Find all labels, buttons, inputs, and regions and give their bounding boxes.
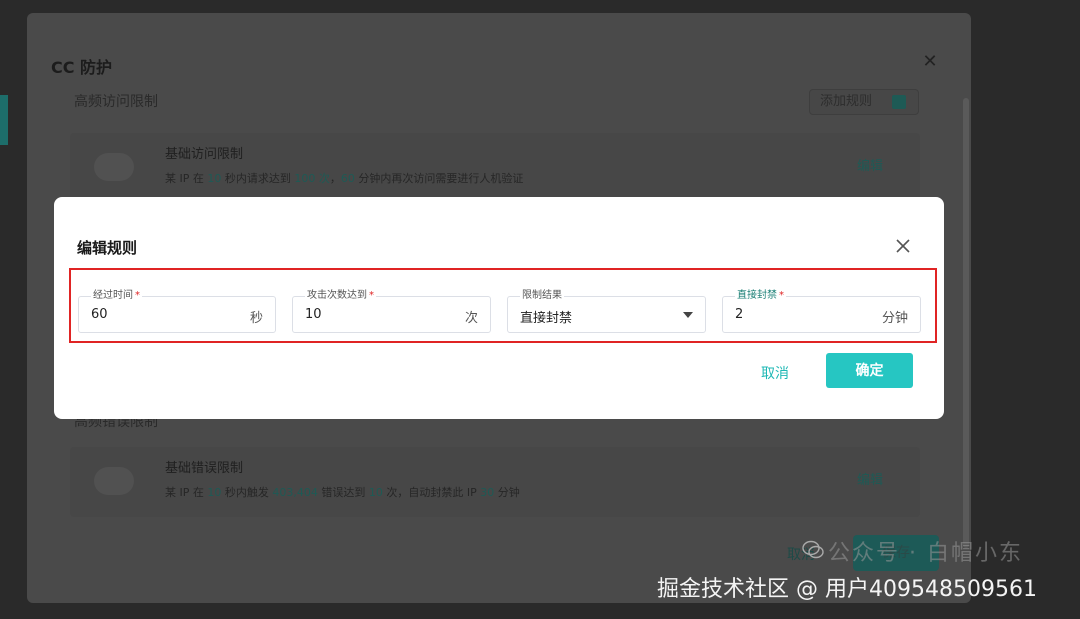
rule-description: 某 IP 在 10 秒内请求达到 100 次，60 分钟内再次访问需要进行人机验… <box>165 172 524 185</box>
close-icon[interactable] <box>892 235 914 257</box>
edit-rule-link[interactable]: 编辑 <box>857 469 883 488</box>
field-label: 直接封禁 * <box>735 289 786 303</box>
rule-name: 基础访问限制 <box>165 147 244 162</box>
rule-card-basic-error: 基础错误限制 某 IP 在 10 秒内触发 403,404 错误达到 10 次，… <box>70 447 920 517</box>
background-sidebar-strip <box>0 95 8 145</box>
close-icon[interactable]: ✕ <box>920 52 940 72</box>
confirm-button[interactable]: 确定 <box>826 353 913 388</box>
field-label: 限制结果 <box>520 289 564 303</box>
watermark-line2: 掘金技术社区 @ 用户409548509561 <box>657 577 1037 602</box>
cancel-button[interactable]: 取消 <box>748 362 802 384</box>
ban-duration-field[interactable]: 直接封禁 * 2 分钟 <box>722 289 921 333</box>
caret-down-icon <box>683 312 693 318</box>
add-rule-button[interactable]: 添加规则 <box>809 89 919 115</box>
field-value: 10 <box>305 307 322 322</box>
toggle-switch[interactable] <box>94 467 134 495</box>
dialog-title: CC 防护 <box>51 58 113 77</box>
attack-count-field[interactable]: 攻击次数达到 * 10 次 <box>292 289 491 333</box>
scrollbar[interactable] <box>963 98 969 548</box>
rule-card-basic-access: 基础访问限制 某 IP 在 10 秒内请求达到 100 次，60 分钟内再次访问… <box>70 133 920 203</box>
field-value: 直接封禁 <box>520 311 573 326</box>
edit-rule-modal: 编辑规则 经过时间 * 60 秒 攻击次数达到 * 10 次 限制结果 直接封禁 直… <box>54 197 944 419</box>
rule-name: 基础错误限制 <box>165 461 244 476</box>
field-label: 经过时间 * <box>91 289 142 303</box>
field-value: 60 <box>91 307 108 322</box>
field-unit: 分钟 <box>881 311 908 326</box>
add-rule-label: 添加规则 <box>820 94 873 109</box>
field-unit: 次 <box>464 311 478 326</box>
edit-rule-link[interactable]: 编辑 <box>857 155 883 174</box>
modal-title: 编辑规则 <box>77 239 138 257</box>
field-value: 2 <box>735 307 744 322</box>
section-title-high-freq-access: 高频访问限制 <box>74 94 158 110</box>
wechat-icon <box>802 540 824 559</box>
rule-description: 某 IP 在 10 秒内触发 403,404 错误达到 10 次，自动封禁此 I… <box>165 486 520 499</box>
field-unit: 秒 <box>249 311 263 326</box>
limit-result-select[interactable]: 限制结果 直接封禁 <box>507 289 706 333</box>
toggle-switch[interactable] <box>94 153 134 181</box>
field-label: 攻击次数达到 * <box>305 289 376 303</box>
elapsed-time-field[interactable]: 经过时间 * 60 秒 <box>78 289 276 333</box>
watermark-line1: 公众号 · 白帽小东 <box>828 541 1023 566</box>
add-icon <box>892 95 906 109</box>
